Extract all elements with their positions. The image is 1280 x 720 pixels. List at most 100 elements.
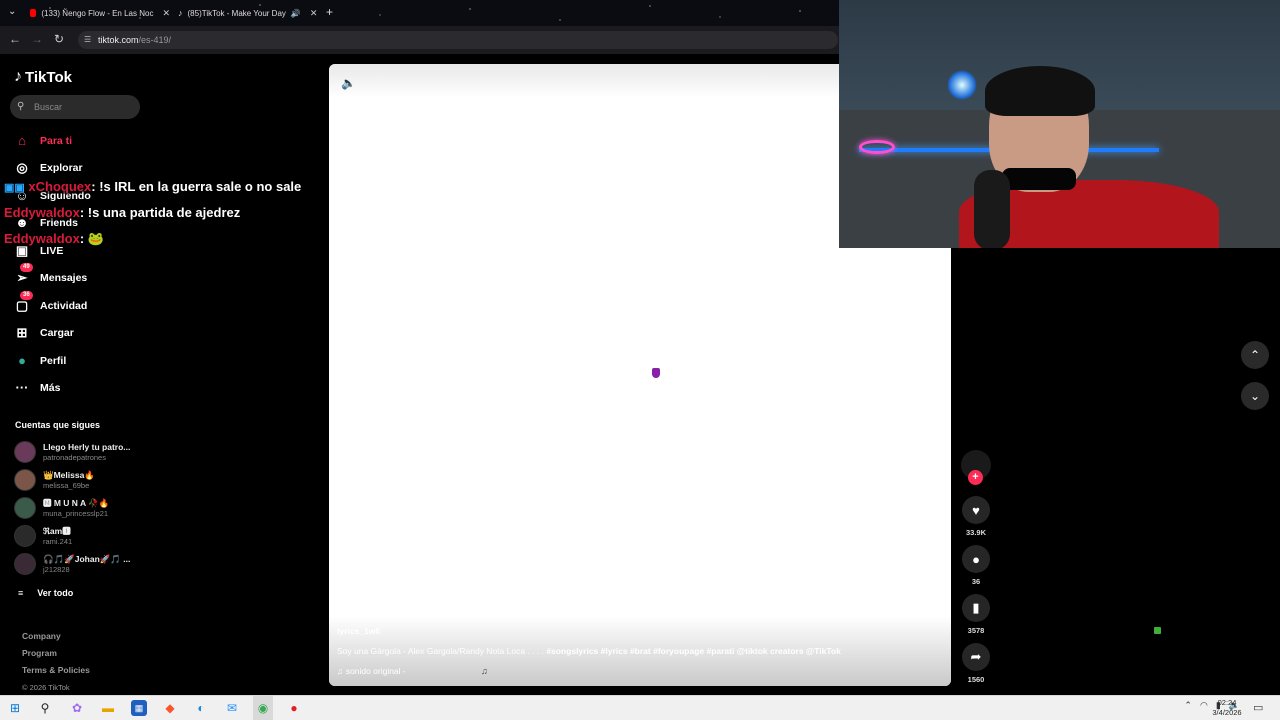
description-tags[interactable]: #songslyrics #lyrics #brat #foryoupage #… <box>546 646 841 656</box>
close-tab-icon[interactable]: ✕ <box>310 8 318 19</box>
search-input[interactable]: ⚲ Buscar <box>10 95 140 119</box>
search-icon: ⚲ <box>17 101 25 112</box>
footer-copyright: © 2026 TikTok <box>22 683 70 692</box>
nav-actividad[interactable]: ▢ 36 Actividad <box>14 291 88 314</box>
heart-icon[interactable]: ♥ <box>962 496 990 524</box>
tiktok-logo[interactable]: ♪ TikTok <box>14 68 72 86</box>
follow-button[interactable]: + <box>968 470 983 485</box>
activity-badge: 36 <box>20 291 33 300</box>
reload-icon[interactable]: ↻ <box>54 32 64 46</box>
account-name: Llego Herly tu patro... <box>43 441 131 452</box>
clock-time: 02:24 <box>1217 698 1237 707</box>
sidebar: ♪ TikTok ⚲ Buscar ⌂ Para ti ◎ Explorar ☺… <box>0 54 320 694</box>
chevron-up-icon: ⌃ <box>1249 348 1261 362</box>
obs-icon[interactable]: ● <box>286 700 302 716</box>
like-action[interactable]: ♥ 33.9K <box>961 496 991 537</box>
back-icon[interactable]: ← <box>9 32 21 46</box>
video-username[interactable]: lyrics_1w6 <box>337 626 380 636</box>
comment-action[interactable]: ● 36 <box>961 545 991 586</box>
comment-icon[interactable]: ● <box>962 545 990 573</box>
account-handle: patronadepatrones <box>43 452 106 462</box>
see-all-button[interactable]: ≡ Ver todo <box>18 588 73 598</box>
more-icon: ··· <box>15 380 29 395</box>
nav-para-ti[interactable]: ⌂ Para ti <box>14 133 72 148</box>
close-tab-icon[interactable]: ✕ <box>162 8 170 19</box>
bookmark-icon[interactable]: ▮ <box>962 594 990 622</box>
account-handle: j212828 <box>43 564 70 574</box>
description-text: Soy una Gárgola - Alex Gargola/Randy Not… <box>337 646 547 656</box>
save-action[interactable]: ▮ 3578 <box>961 594 991 635</box>
nav-mas[interactable]: ··· Más <box>14 380 61 395</box>
store-icon[interactable]: ▦ <box>131 700 147 716</box>
webcam-overlay <box>839 0 1280 248</box>
messages-badge: 49 <box>20 263 33 272</box>
chat-message: Eddywaldox: !s una partida de ajedrez <box>4 205 240 220</box>
chevron-up-icon[interactable]: ⌃ <box>1184 700 1192 711</box>
tab-search-icon[interactable]: ⌄ <box>8 6 16 17</box>
share-icon[interactable]: ➦ <box>962 643 990 671</box>
footer-terms-link[interactable]: Terms & Policies <box>22 662 90 679</box>
edge-icon[interactable]: ◐ <box>193 700 209 716</box>
nav-label: Explorar <box>40 162 83 174</box>
brave-browser-icon[interactable]: ◆ <box>162 700 178 716</box>
chat-username: Eddywaldox <box>4 205 80 220</box>
webcam-neon-ring <box>859 140 895 154</box>
sound-disc-icon[interactable]: ♫ <box>481 666 488 676</box>
see-all-label: Ver todo <box>37 588 74 598</box>
comment-count: 36 <box>971 577 981 586</box>
nav-explorar[interactable]: ◎ Explorar <box>14 160 83 176</box>
avatar <box>14 553 36 575</box>
nav-label: Más <box>40 381 61 394</box>
frog-emote-icon <box>1154 627 1161 634</box>
forward-icon[interactable]: → <box>31 32 43 46</box>
tab-youtube[interactable]: (133) Ñengo Flow - En Las Noc ✕ <box>30 4 170 22</box>
new-tab-button[interactable]: + <box>326 5 333 19</box>
volume-icon[interactable]: 🔈 <box>341 76 356 90</box>
profile-icon: ● <box>18 353 26 368</box>
tab-tiktok[interactable]: ♪ (85)TikTok - Make Your Day 🔊 ✕ <box>178 4 318 22</box>
share-action[interactable]: ➦ 1560 <box>961 643 991 684</box>
avatar <box>14 497 36 519</box>
site-info-icon[interactable]: ☰ <box>84 31 91 49</box>
footer-program-link[interactable]: Program <box>22 645 90 662</box>
account-item[interactable]: 🅼 M U N A 🥀🔥 muna_princesslp21 <box>14 497 109 519</box>
sidebar-footer: Company Program Terms & Policies © 2026 … <box>22 628 90 696</box>
account-item[interactable]: Llego Herly tu patro... patronadepatrones <box>14 441 130 463</box>
file-explorer-icon[interactable]: ▬ <box>100 700 116 716</box>
account-item[interactable]: ℜam🅸 rami.241 <box>14 525 72 547</box>
chrome-icon[interactable]: ◉ <box>255 700 271 716</box>
chat-text: : !s una partida de ajedrez <box>79 205 241 220</box>
nav-mensajes[interactable]: ➢ 49 Mensajes <box>14 263 87 286</box>
app-icon[interactable]: ✉ <box>224 700 240 716</box>
home-icon: ⌂ <box>18 133 26 148</box>
account-item[interactable]: 🎧🎵🚀Johan🚀🎵 ... j212828 <box>14 553 130 575</box>
upload-icon: ⊞ <box>16 325 28 340</box>
video-description: Soy una Gárgola - Alex Gargola/Randy Not… <box>337 646 841 656</box>
notification-icon[interactable]: ▭ <box>1253 701 1263 714</box>
clock-date: 3/4/2026 <box>1212 708 1242 717</box>
webcam-lamp <box>947 70 977 100</box>
copilot-icon[interactable]: ✿ <box>69 700 85 716</box>
next-video-button[interactable]: ⌄ <box>1241 382 1269 410</box>
tiktok-note-icon: ♪ <box>14 68 22 85</box>
activity-icon: ▢ 36 <box>14 291 33 314</box>
messages-icon: ➢ 49 <box>14 263 33 286</box>
search-icon[interactable]: ⚲ <box>37 700 53 716</box>
speaker-icon[interactable]: 🔊 <box>291 9 301 18</box>
footer-company-link[interactable]: Company <box>22 628 90 645</box>
chat-text: : !s IRL en la guerra sale o no sale <box>91 179 302 194</box>
windows-start-icon[interactable]: ⊞ <box>7 700 23 716</box>
save-count: 3578 <box>967 626 985 635</box>
url-field[interactable]: ☰ tiktok.com/es-419/ <box>78 31 838 49</box>
chat-message: Eddywaldox: 🐸 <box>4 231 104 247</box>
youtube-icon <box>30 9 37 17</box>
nav-perfil[interactable]: ● Perfil <box>14 353 66 368</box>
previous-video-button[interactable]: ⌃ <box>1241 341 1269 369</box>
account-item[interactable]: 👑Melissa🔥 melissa_69be <box>14 469 95 491</box>
video-sound-link[interactable]: ♫ sonido original - <box>337 666 406 676</box>
windows-taskbar: ⊞ ⚲ ✿ ▬ ▦ ◆ ◐ ✉ ◉ ● ⌃ ◠ ▮ 🔈 02:24 3/4/20… <box>0 695 1280 720</box>
taskbar-clock[interactable]: 02:24 3/4/2026 <box>1206 698 1248 718</box>
nav-cargar[interactable]: ⊞ Cargar <box>14 325 74 341</box>
nav-label: Actividad <box>40 300 88 312</box>
nav-label: Cargar <box>40 327 74 339</box>
